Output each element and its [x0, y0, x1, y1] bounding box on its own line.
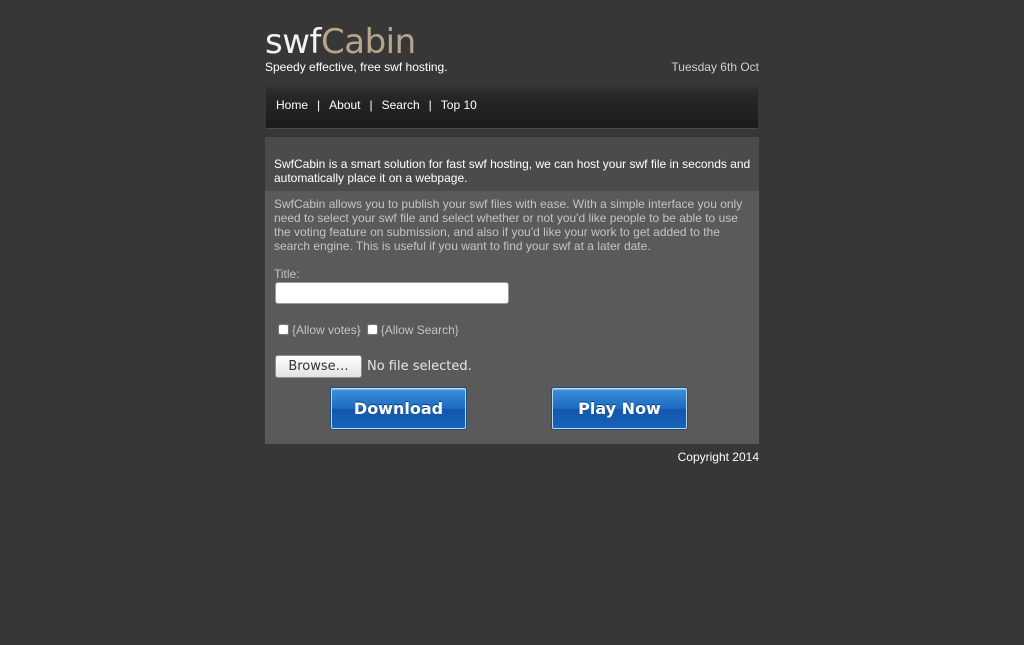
title-label: Title:: [274, 267, 300, 281]
page-container: swfCabin Speedy effective, free swf host…: [265, 0, 759, 464]
tagline: Speedy effective, free swf hosting.: [265, 60, 448, 74]
allow-search-checkbox[interactable]: [366, 324, 378, 335]
allow-votes-label: {Allow votes}: [292, 323, 361, 337]
logo-text-cabin: Cabin: [321, 22, 416, 62]
title-input[interactable]: [275, 282, 509, 304]
intro-text: SwfCabin is a smart solution for fast sw…: [274, 157, 751, 185]
header: swfCabin Speedy effective, free swf host…: [265, 0, 759, 80]
allow-votes-checkbox[interactable]: [278, 324, 289, 335]
nav-links: Home | About | Search | Top 10: [276, 98, 477, 112]
nav-bar: Home | About | Search | Top 10: [266, 81, 758, 129]
upload-panel: SwfCabin is a smart solution for fast sw…: [265, 137, 759, 444]
nav-link-home[interactable]: Home: [276, 98, 308, 112]
play-now-button[interactable]: Play Now: [552, 388, 687, 429]
options-row: {Allow votes} {Allow Search}: [278, 323, 459, 337]
description-text: SwfCabin allows you to publish your swf …: [274, 197, 743, 253]
nav-separator: |: [317, 98, 321, 112]
nav-link-about[interactable]: About: [329, 98, 360, 112]
allow-search-label: {Allow Search}: [380, 323, 459, 337]
file-status-text: No file selected.: [367, 359, 472, 374]
site-logo[interactable]: swfCabin: [265, 22, 416, 62]
nav-separator: |: [428, 98, 432, 112]
current-date: Tuesday 6th Oct: [671, 60, 759, 74]
nav-link-search[interactable]: Search: [382, 98, 420, 112]
download-button[interactable]: Download: [331, 388, 466, 429]
browse-button[interactable]: Browse…: [275, 355, 362, 378]
file-picker: Browse… No file selected.: [275, 355, 472, 378]
nav-separator: |: [369, 98, 373, 112]
nav-link-top10[interactable]: Top 10: [441, 98, 477, 112]
logo-text-swf: swf: [265, 22, 322, 62]
intro-box: SwfCabin is a smart solution for fast sw…: [265, 137, 759, 191]
copyright-text: Copyright 2014: [677, 450, 759, 464]
